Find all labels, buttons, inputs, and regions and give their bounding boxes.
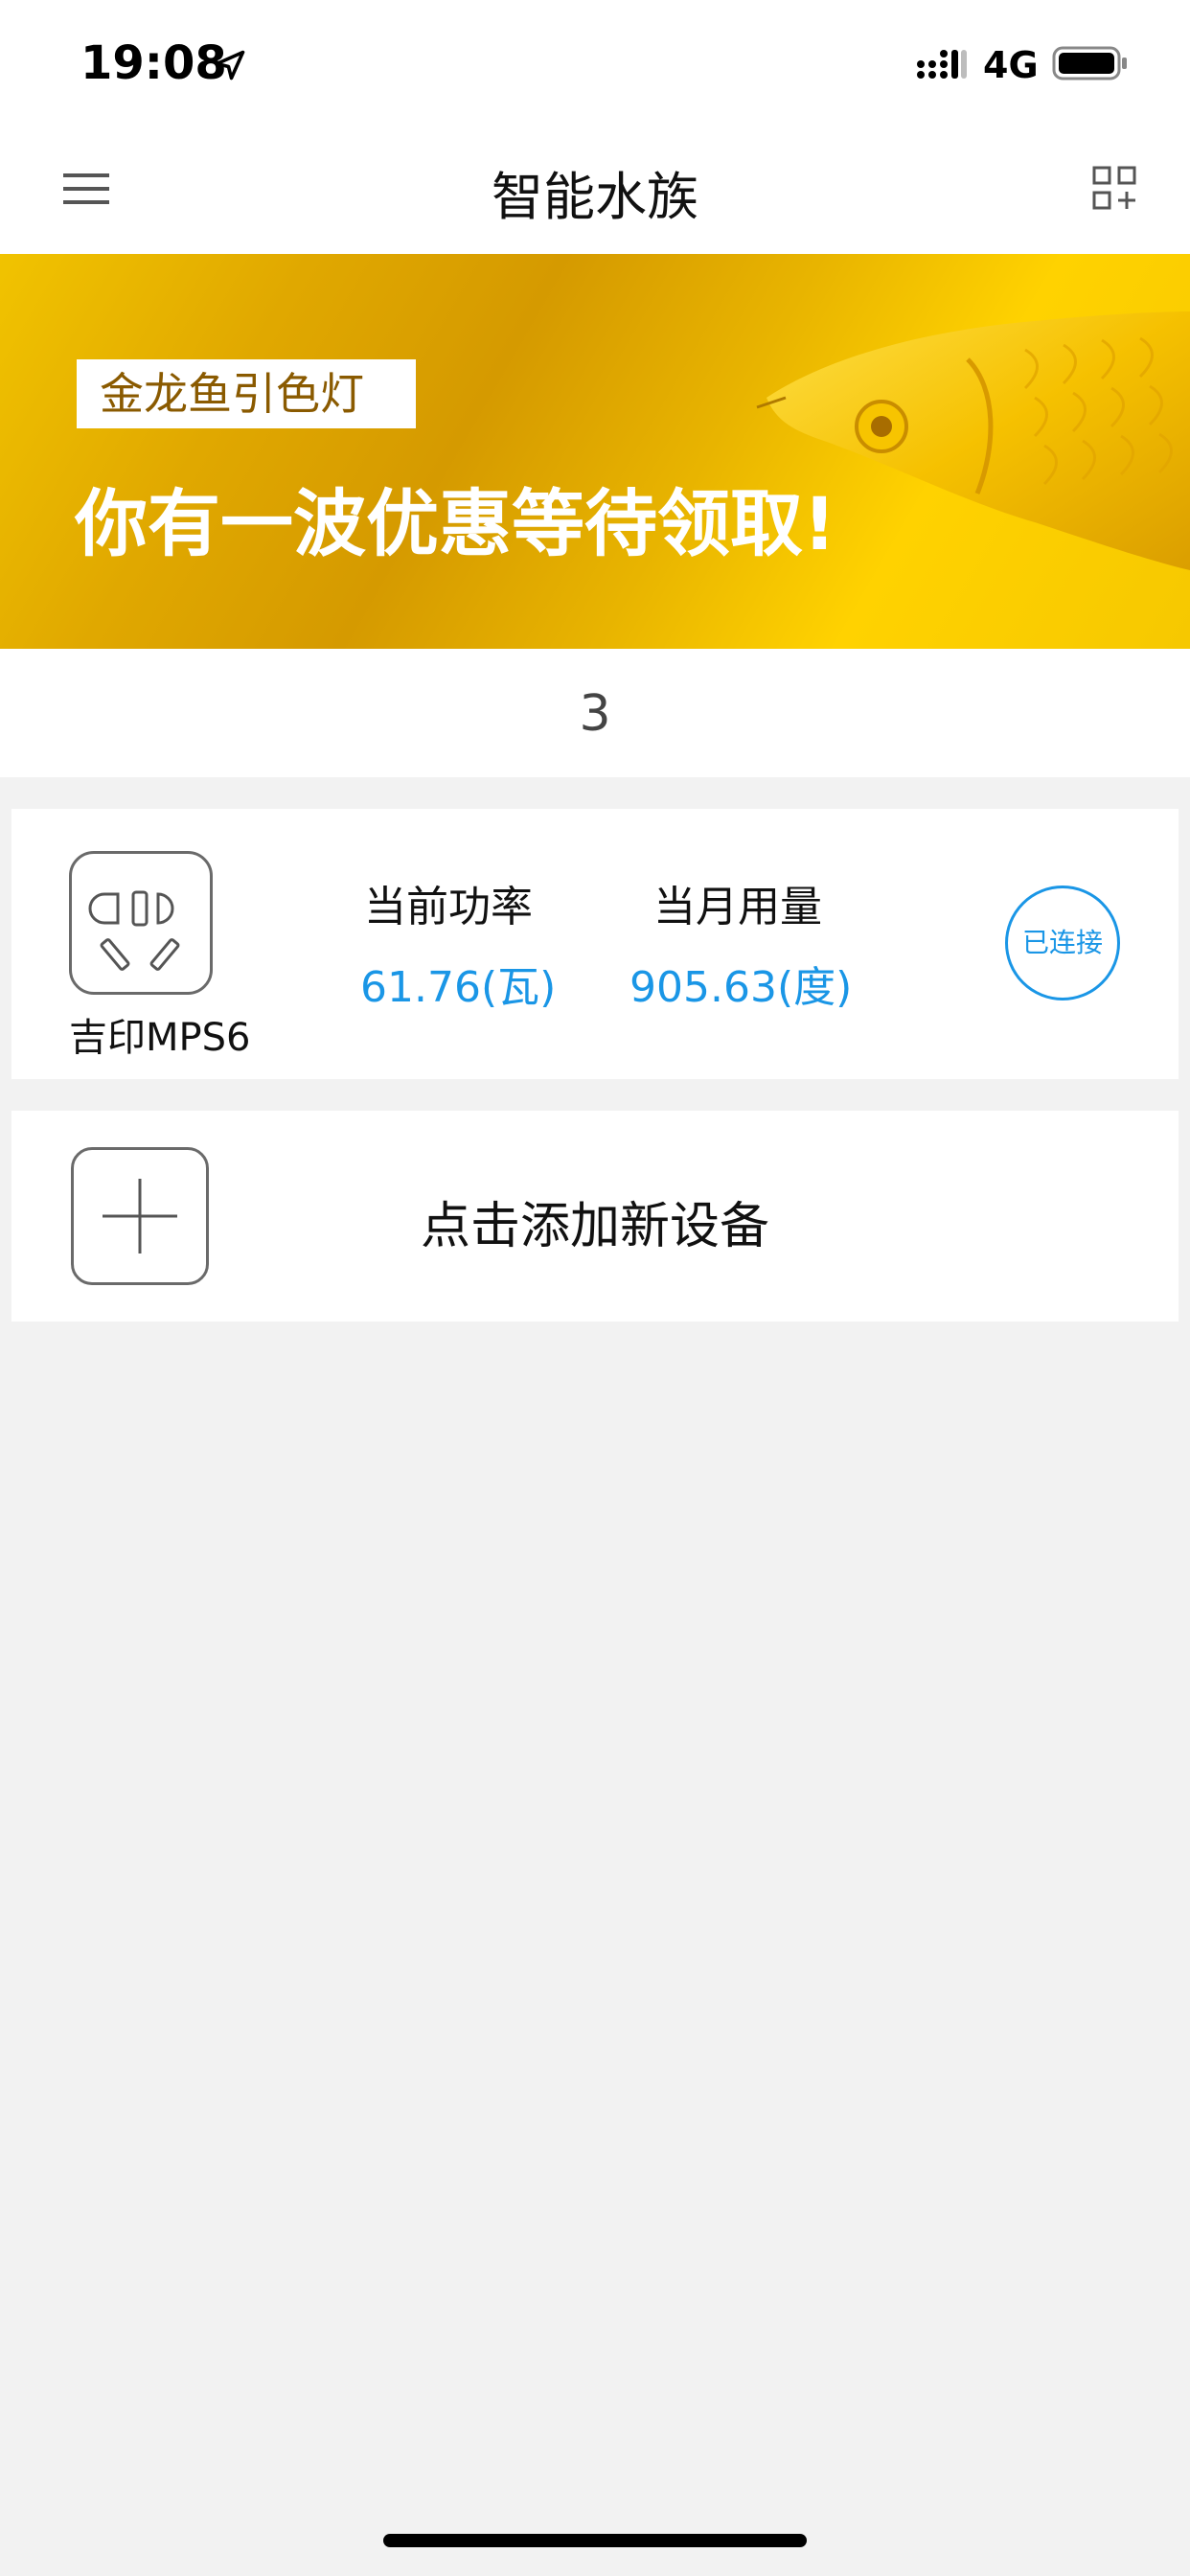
power-value: 61.76(瓦) [360,963,557,1012]
network-type: 4G [983,44,1039,86]
page-title: 智能水族 [492,167,698,227]
add-device-label: 点击添加新设备 [420,1198,769,1255]
location-arrow-icon [215,50,245,80]
cellular-signal-icon [917,50,967,79]
add-device-button[interactable]: 点击添加新设备 [11,1111,1179,1322]
battery-icon [1052,46,1127,80]
usage-label: 当月用量 [653,883,822,932]
page-number: 3 [579,685,611,743]
banner-tag: 金龙鱼引色灯 [77,359,416,428]
home-indicator[interactable] [383,2534,807,2547]
scan-qr-add-icon[interactable] [1092,166,1136,210]
carousel-page-indicator: 3 [0,649,1190,777]
status-time: 19:08 [80,36,227,90]
promo-banner[interactable]: 金龙鱼引色灯 你有一波优惠等待领取! [0,254,1190,649]
device-name: 吉印MPS6 [69,1016,251,1060]
arowana-fish-image [756,311,1190,570]
connection-status-badge[interactable]: 已连接 [1005,886,1120,1000]
nav-bar: 智能水族 [0,129,1190,254]
device-card[interactable]: 吉印MPS6 当前功率 61.76(瓦) 当月用量 905.63(度) 已连接 [11,809,1179,1079]
smart-socket-icon [69,851,213,995]
banner-headline: 你有一波优惠等待领取! [75,481,836,566]
usage-value: 905.63(度) [629,963,853,1012]
power-label: 当前功率 [364,883,533,932]
status-bar: 19:08 4G [0,0,1190,129]
